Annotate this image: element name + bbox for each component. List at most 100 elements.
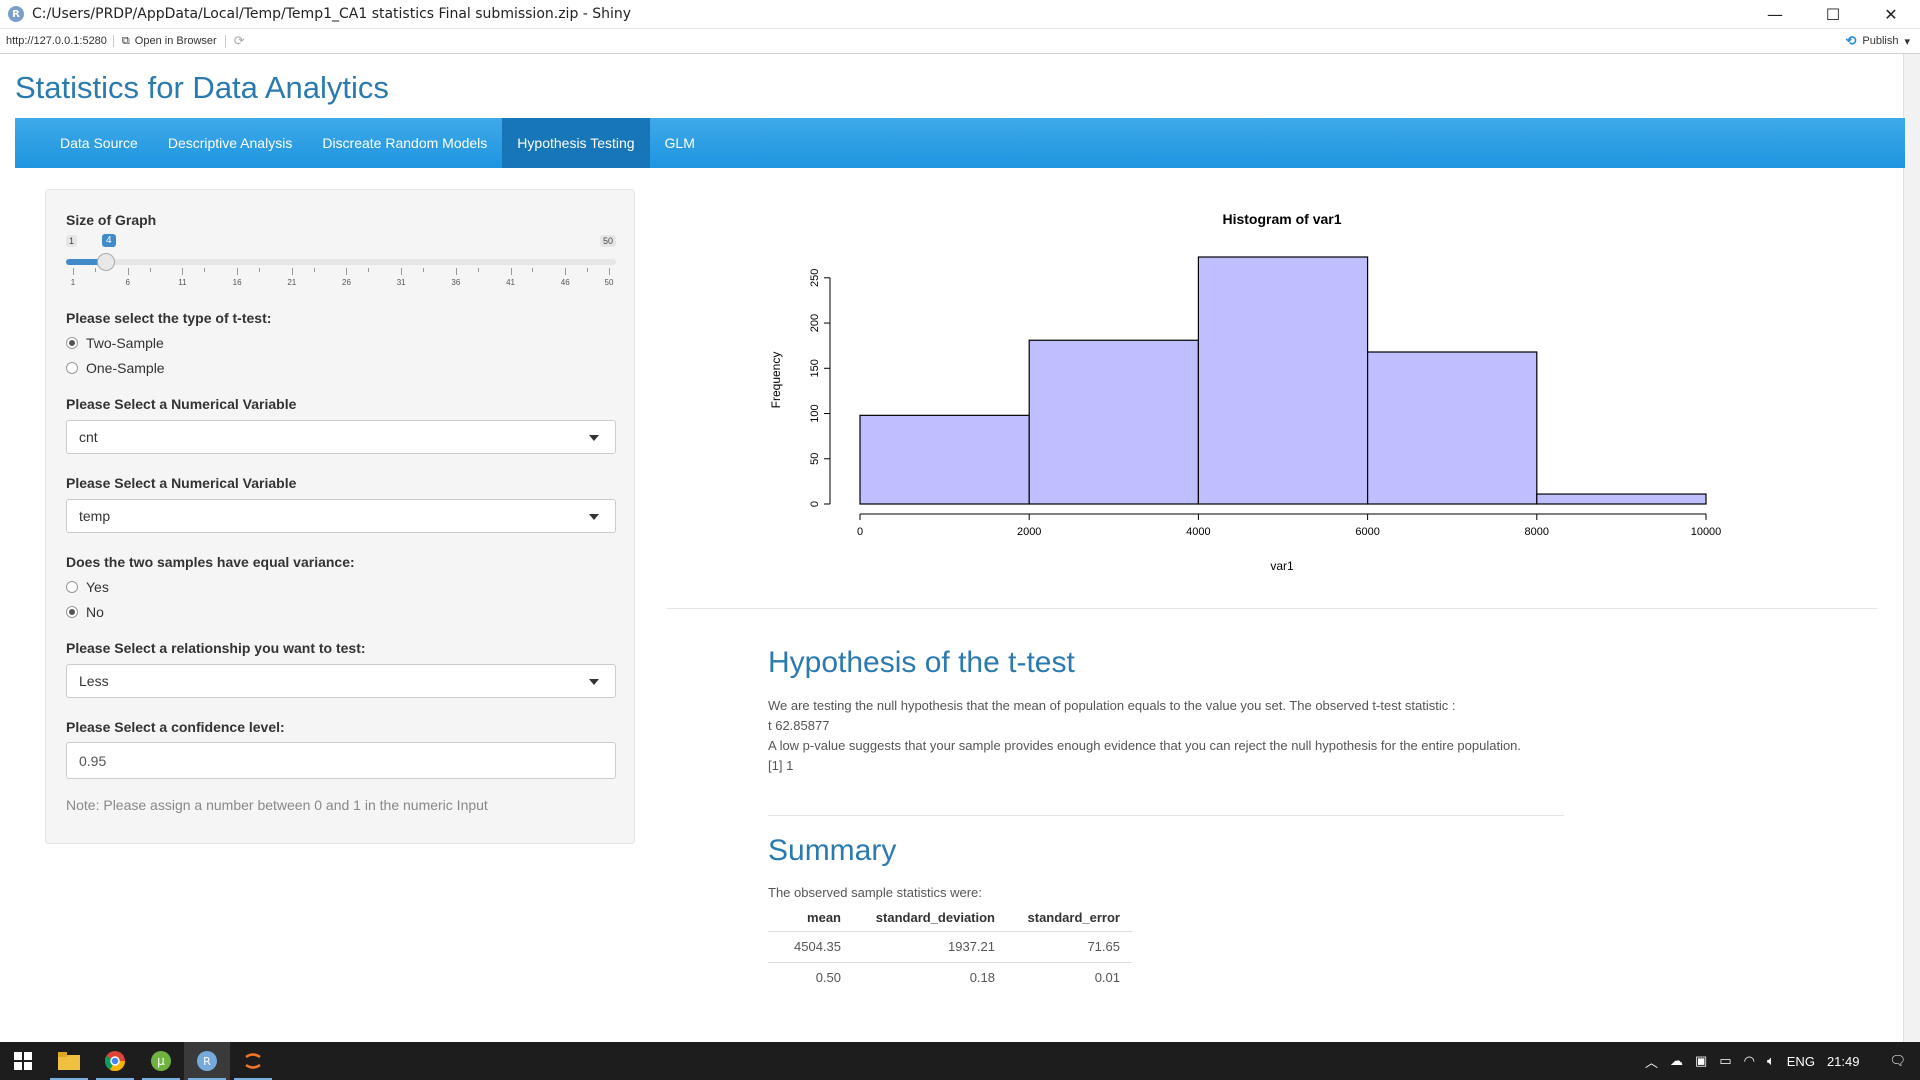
tab-descriptive-analysis[interactable]: Descriptive Analysis (153, 118, 308, 168)
numerical-variable-label-2: Please Select a Numerical Variable (66, 475, 297, 491)
open-in-browser-button[interactable]: ⧉ Open in Browser (114, 34, 226, 48)
y-tick-label: 250 (809, 269, 821, 287)
publish-icon: ⟲ (1845, 33, 1857, 48)
slider-tick (346, 268, 348, 275)
chevron-up-icon[interactable]: ︿ (1645, 1052, 1658, 1071)
slider-tick (182, 268, 184, 275)
slider-tick (423, 268, 425, 272)
table-cell: 1937.21 (853, 930, 1007, 962)
open-in-browser-label: Open in Browser (134, 35, 217, 47)
notifications-icon[interactable]: 🗨︎ (1889, 1053, 1906, 1069)
slider-tick (291, 268, 293, 275)
radio-no[interactable]: No (66, 604, 104, 620)
start-button[interactable] (0, 1042, 46, 1080)
slider-tick-label: 36 (451, 278, 461, 287)
x-tick-label: 10000 (1691, 526, 1722, 538)
slider-tick-label: 21 (287, 278, 297, 287)
radio-button[interactable] (66, 581, 78, 593)
slider-tick-label: 41 (506, 278, 515, 287)
tab-data-source[interactable]: Data Source (45, 118, 153, 168)
tab-glm[interactable]: GLM (650, 118, 710, 168)
navbar: Data Source Descriptive Analysis Discrea… (15, 118, 1905, 168)
p-value-output: [1] 1 (768, 758, 794, 773)
onedrive-icon[interactable]: ☁ (1670, 1053, 1683, 1069)
slider-tick (127, 268, 129, 275)
vertical-scrollbar[interactable] (1903, 54, 1920, 1042)
chart-title: Histogram of var1 (1222, 211, 1341, 227)
ttest-type-label: Please select the type of t-test: (66, 310, 272, 326)
wifi-icon[interactable]: ◠ (1744, 1053, 1755, 1069)
table-cell: 0.18 (853, 961, 1007, 993)
close-button[interactable]: ✕ (1862, 0, 1920, 28)
confidence-level-input[interactable]: 0.95 (66, 742, 616, 779)
radio-button[interactable] (66, 362, 78, 374)
chevron-down-icon: ▾ (1904, 35, 1910, 48)
slider-tick-label: 6 (125, 278, 130, 287)
rstudio-taskbar[interactable]: R (184, 1042, 230, 1080)
y-tick-label: 50 (809, 453, 821, 465)
y-tick-label: 200 (809, 314, 821, 332)
table-row: 4504.35 1937.21 71.65 (768, 930, 1132, 962)
x-tick-label: 6000 (1355, 526, 1379, 538)
select-value: Less (79, 673, 109, 689)
select-value: cnt (79, 429, 98, 445)
table-cell: 0.01 (1007, 961, 1132, 993)
folder-icon (58, 1052, 80, 1070)
summary-table: mean standard_deviation standard_error 4… (768, 905, 1132, 993)
volume-icon[interactable]: 🔈︎ (1767, 1053, 1775, 1069)
x-tick-label: 0 (857, 526, 863, 538)
radio-button[interactable] (66, 606, 78, 618)
x-tick-label: 2000 (1017, 526, 1041, 538)
note-text: Note: Please assign a number between 0 a… (66, 797, 488, 813)
tab-hypothesis-testing[interactable]: Hypothesis Testing (502, 118, 650, 168)
language-indicator[interactable]: ENG (1787, 1054, 1815, 1069)
file-explorer-taskbar[interactable] (46, 1042, 92, 1080)
slider-tick-label: 1 (70, 278, 76, 287)
chrome-taskbar[interactable] (92, 1042, 138, 1080)
publish-button[interactable]: ⟲ Publish ▾ (1845, 33, 1910, 49)
radio-two-sample[interactable]: Two-Sample (66, 335, 164, 351)
relationship-label: Please Select a relationship you want to… (66, 640, 366, 656)
divider (768, 815, 1564, 816)
clock[interactable]: 21:49 (1827, 1054, 1860, 1069)
hypothesis-line-3: A low p-value suggests that your sample … (768, 738, 1522, 753)
numerical-variable-label-1: Please Select a Numerical Variable (66, 396, 297, 412)
slider-tick (149, 268, 151, 272)
slider-tick (455, 268, 457, 275)
radio-one-sample[interactable]: One-Sample (66, 360, 165, 376)
jupyter-taskbar[interactable] (230, 1042, 276, 1080)
slider-tick-label: 50 (604, 278, 614, 287)
table-cell: 71.65 (1007, 930, 1132, 962)
torrent-taskbar[interactable]: µ (138, 1042, 184, 1080)
summary-intro: The observed sample statistics were: (768, 885, 982, 900)
minimize-button[interactable]: — (1746, 0, 1804, 28)
meet-now-icon[interactable]: ▣ (1695, 1053, 1707, 1069)
variable-select-2[interactable]: temp (66, 499, 616, 533)
relationship-select[interactable]: Less (66, 664, 616, 698)
divider (667, 608, 1877, 609)
histogram-bar (1536, 493, 1707, 505)
hypothesis-line-1: We are testing the null hypothesis that … (768, 698, 1456, 713)
radio-yes[interactable]: Yes (66, 579, 109, 595)
column-header: standard_error (1027, 910, 1120, 926)
publish-label: Publish (1862, 35, 1899, 47)
window-title-bar: R C:/Users/PRDP/AppData/Local/Temp/Temp1… (0, 0, 1920, 28)
maximize-button[interactable]: ☐ (1804, 0, 1862, 28)
histogram-bar (1028, 339, 1200, 505)
x-tick-label: 8000 (1525, 526, 1549, 538)
select-value: temp (79, 508, 111, 524)
slider-value: 4 (102, 234, 116, 247)
histogram-bar (859, 414, 1030, 505)
jupyter-icon (245, 1053, 261, 1069)
refresh-icon[interactable]: ⟳ (226, 33, 253, 49)
radio-label: No (86, 604, 104, 620)
slider-track[interactable] (66, 259, 616, 265)
tab-discrete-random-models[interactable]: Discreate Random Models (307, 118, 502, 168)
variable-select-1[interactable]: cnt (66, 420, 616, 454)
slider-max: 50 (600, 235, 617, 247)
radio-button[interactable] (66, 337, 78, 349)
chevron-down-icon (589, 514, 599, 520)
utorrent-icon: µ (151, 1051, 171, 1071)
battery-icon[interactable]: ▭ (1719, 1053, 1731, 1069)
svg-text:R: R (203, 1055, 211, 1068)
